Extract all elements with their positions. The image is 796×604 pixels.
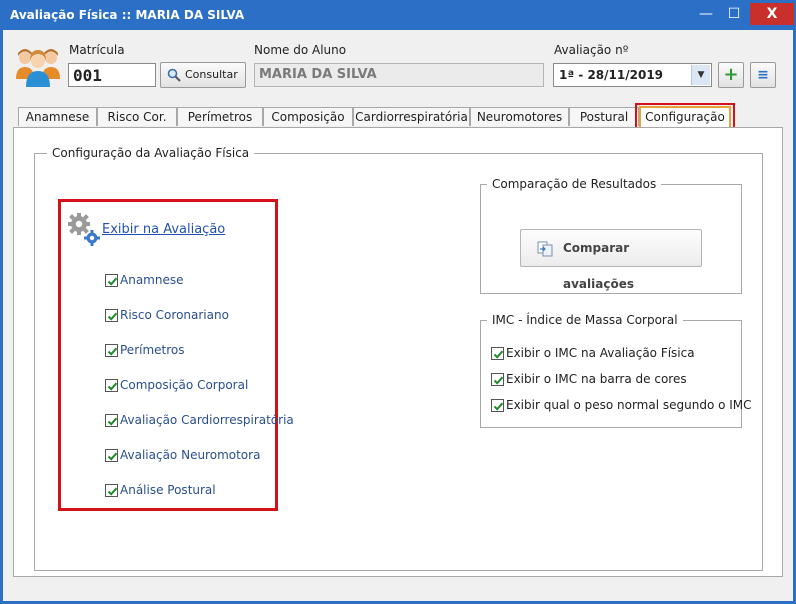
checkbox-label: Avaliação Neuromotora: [120, 448, 261, 462]
search-icon: [167, 68, 181, 82]
comparar-label: Comparar avaliações: [563, 241, 634, 291]
tab-highlight-box: [635, 103, 735, 130]
tab-content-panel: Configuração da Avaliação Física Exibir …: [13, 127, 783, 577]
checkbox-label: Avaliação Cardiorrespiratória: [120, 413, 294, 427]
checkbox-label: Perímetros: [120, 343, 185, 357]
checkbox-label: Composição Corporal: [120, 378, 249, 392]
exibir-highlight-box: Exibir na Avaliação Anamnese Risco Coron…: [58, 199, 294, 511]
consultar-label: Consultar: [185, 68, 238, 81]
tab-composicao[interactable]: Composição: [263, 107, 353, 126]
minimize-button[interactable]: —: [692, 3, 720, 25]
checkbox-box[interactable]: [491, 373, 504, 386]
avaliacao-select[interactable]: 1ª - 28/11/2019 ▼: [553, 63, 712, 87]
config-groupbox: Configuração da Avaliação Física Exibir …: [34, 146, 763, 571]
checkbox-box[interactable]: [105, 449, 118, 462]
checkbox-label: Exibir qual o peso normal segundo o IMC: [506, 398, 752, 412]
checkbox-box[interactable]: [105, 274, 118, 287]
close-button[interactable]: X: [750, 3, 794, 25]
checkbox-box[interactable]: [491, 347, 504, 360]
gears-icon: [68, 213, 100, 246]
nome-aluno-field: MARIA DA SILVA: [254, 63, 544, 87]
menu-button[interactable]: ≡: [750, 62, 776, 88]
consultar-button[interactable]: Consultar: [160, 62, 246, 88]
comparar-avaliacoes-button[interactable]: Comparar avaliações: [520, 229, 702, 291]
imc-groupbox: IMC - Índice de Massa Corporal Exibir o …: [480, 313, 752, 428]
checkbox-label: Exibir o IMC na barra de cores: [506, 372, 687, 386]
chevron-down-icon[interactable]: ▼: [691, 65, 710, 85]
checkbox-box[interactable]: [105, 379, 118, 392]
checkbox-box[interactable]: [105, 344, 118, 357]
tab-anamnese[interactable]: Anamnese: [18, 107, 97, 126]
config-group-title: Configuração da Avaliação Física: [47, 146, 255, 160]
comparacao-title: Comparação de Resultados: [487, 177, 662, 191]
students-avatar-icon: [16, 49, 60, 87]
avaliacao-selected-value: 1ª - 28/11/2019: [559, 68, 664, 82]
tab-perimetros[interactable]: Perímetros: [177, 107, 263, 126]
avaliacao-label: Avaliação nº: [554, 43, 629, 57]
comparacao-groupbox: Comparação de Resultados Comparar avalia…: [480, 177, 742, 294]
client-area: Matrícula 001 Consultar Nome do Aluno MA…: [3, 30, 793, 601]
tab-cardiorrespiratoria[interactable]: Cardiorrespiratória: [353, 107, 470, 126]
checkbox-label: Exibir o IMC na Avaliação Física: [506, 346, 695, 360]
checkbox-box[interactable]: [105, 414, 118, 427]
checkbox-box[interactable]: [105, 484, 118, 497]
app-window: Avaliação Física :: MARIA DA SILVA — ☐ X…: [0, 0, 796, 604]
title-bar: Avaliação Física :: MARIA DA SILVA — ☐ X: [0, 0, 796, 30]
imc-title: IMC - Índice de Massa Corporal: [487, 313, 683, 327]
exibir-na-avaliacao-link[interactable]: Exibir na Avaliação: [102, 222, 225, 237]
nome-label: Nome do Aluno: [254, 43, 347, 57]
add-avaliacao-button[interactable]: +: [718, 62, 744, 88]
matricula-input[interactable]: 001: [68, 63, 156, 87]
checkbox-label: Análise Postural: [120, 483, 216, 497]
window-title: Avaliação Física :: MARIA DA SILVA: [10, 8, 245, 22]
matricula-label: Matrícula: [69, 43, 125, 57]
checkbox-box[interactable]: [105, 309, 118, 322]
maximize-button[interactable]: ☐: [720, 3, 748, 25]
compare-icon: [537, 241, 553, 257]
checkbox-box[interactable]: [491, 399, 504, 412]
tab-risco-cor[interactable]: Risco Cor.: [97, 107, 177, 126]
checkbox-label: Anamnese: [120, 273, 184, 287]
tab-postural[interactable]: Postural: [569, 107, 639, 126]
checkbox-label: Risco Coronariano: [120, 308, 229, 322]
tab-neuromotores[interactable]: Neuromotores: [470, 107, 569, 126]
